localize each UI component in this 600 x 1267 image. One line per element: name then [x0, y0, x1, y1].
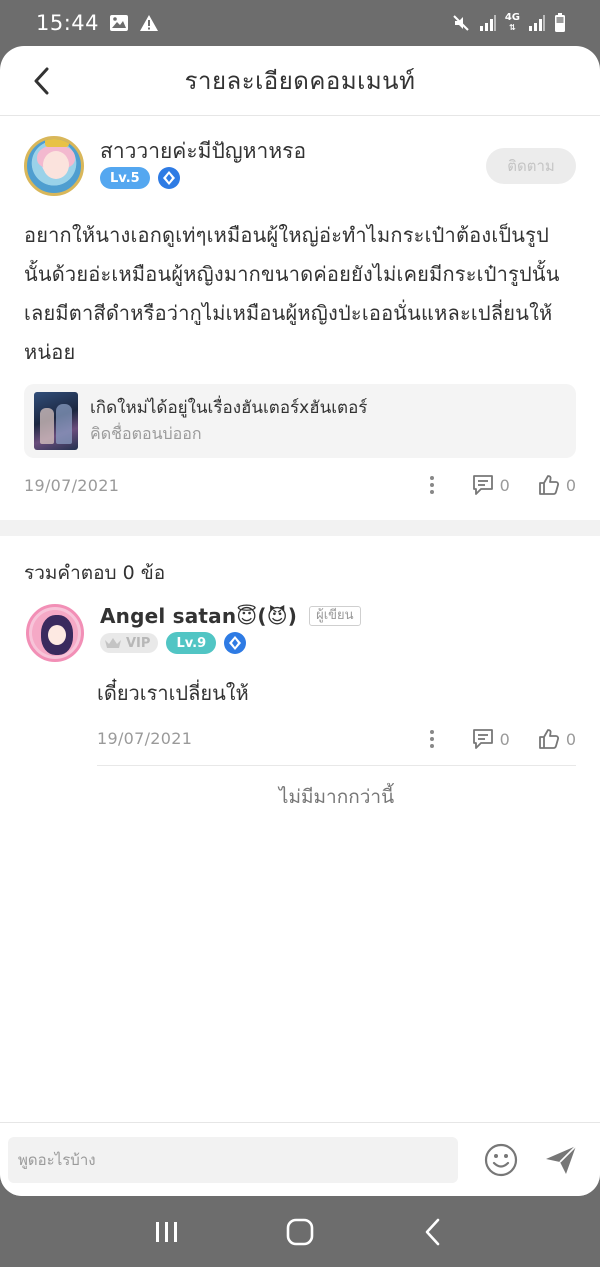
reply-user-row: Angel satan😇(😈) ผู้เขียน VIP Lv.9	[26, 604, 576, 662]
vip-label: VIP	[126, 635, 151, 651]
smiley-icon	[484, 1143, 518, 1176]
reply-text: เดี๋ยวเราเปลี่ยนให้	[97, 681, 249, 705]
more-vertical-icon	[429, 730, 434, 748]
replies-count-title: รวมคำตอบ 0 ข้อ	[24, 562, 166, 584]
emoji-button[interactable]	[484, 1143, 518, 1177]
back-arrow-icon	[426, 1218, 440, 1245]
like-count: 0	[565, 729, 576, 749]
comment-count: 0	[499, 475, 510, 495]
book-card[interactable]: เกิดใหม่ได้อยู่ในเรื่องฮันเตอร์xฮันเตอร์…	[24, 384, 576, 458]
like-count: 0	[565, 475, 576, 495]
reply-avatar[interactable]	[26, 604, 84, 662]
post-date: 19/07/2021	[24, 475, 120, 495]
no-more-label: ไม่มีมากกว่านี้	[278, 786, 395, 808]
vip-badge: VIP	[100, 633, 159, 653]
diamond-badge-icon	[224, 632, 247, 654]
more-options-button[interactable]	[422, 724, 442, 754]
diamond-badge-icon	[157, 167, 180, 189]
app-sheet: รายละเอียดคอมเมนท์ สาววายค่ะมีปัญหาหรอ L…	[0, 46, 600, 1196]
reply-comment-button[interactable]: 0	[472, 728, 510, 750]
header: รายละเอียดคอมเมนท์	[0, 46, 600, 116]
follow-button[interactable]: ติดตาม	[486, 148, 576, 184]
page-title: รายละเอียดคอมเมนท์	[184, 67, 416, 95]
status-time: 15:44	[36, 11, 100, 35]
section-divider	[0, 520, 600, 536]
comment-input[interactable]	[8, 1136, 458, 1183]
warning-icon	[139, 14, 159, 32]
comment-icon	[472, 475, 493, 495]
level-badge: Lv.9	[166, 632, 217, 654]
chevron-left-icon	[34, 67, 49, 95]
reply-item: Angel satan😇(😈) ผู้เขียน VIP Lv.9 เดี๋ยว…	[0, 594, 600, 812]
comment-text: อยากให้นางเอกดูเท่ๆเหมือนผู้ใหญ่อ่ะทำไมก…	[24, 223, 560, 364]
post-meta: 19/07/2021 0 0	[24, 458, 576, 512]
image-icon	[109, 14, 129, 32]
home-icon	[286, 1218, 314, 1245]
mute-icon	[451, 13, 471, 33]
signal-icon-2	[528, 14, 546, 32]
battery-icon	[554, 13, 566, 33]
more-options-button[interactable]	[422, 470, 442, 500]
home-button[interactable]	[280, 1212, 320, 1252]
author-tag: ผู้เขียน	[309, 606, 361, 626]
send-icon	[546, 1144, 577, 1174]
like-button[interactable]: 0	[538, 474, 576, 496]
comment-input-bar	[0, 1122, 600, 1196]
comment-count: 0	[499, 729, 510, 749]
reply-meta: 19/07/2021 0 0	[97, 712, 576, 766]
send-button[interactable]	[544, 1143, 578, 1177]
signal-icon	[479, 14, 497, 32]
reply-button[interactable]: 0	[472, 474, 510, 496]
thumbs-up-icon	[538, 729, 559, 749]
more-vertical-icon	[429, 476, 434, 494]
original-comment: สาววายค่ะมีปัญหาหรอ Lv.5 ติดตาม อยากให้น…	[0, 116, 600, 512]
crown-icon	[105, 638, 121, 648]
status-bar: 15:44 4G ⇅	[0, 0, 600, 46]
reply-user-name[interactable]: Angel satan😇(😈)	[100, 604, 297, 628]
system-back-button[interactable]	[413, 1212, 453, 1252]
like-button[interactable]: 0	[538, 728, 576, 750]
thumbs-up-icon	[538, 475, 559, 495]
book-chapter: คิดชื่อตอนบ่ออก	[90, 424, 202, 443]
recent-apps-icon	[155, 1221, 177, 1242]
book-title: เกิดใหม่ได้อยู่ในเรื่องฮันเตอร์xฮันเตอร์	[90, 398, 368, 418]
network-label: 4G	[504, 12, 520, 23]
book-cover	[34, 392, 78, 450]
recent-apps-button[interactable]	[147, 1212, 187, 1252]
avatar[interactable]	[24, 136, 84, 196]
level-badge: Lv.5	[100, 167, 150, 189]
reply-date: 19/07/2021	[97, 729, 193, 748]
user-name[interactable]: สาววายค่ะมีปัญหาหรอ	[100, 138, 306, 164]
comment-icon	[472, 729, 493, 749]
system-nav-bar	[0, 1196, 600, 1267]
back-button[interactable]	[26, 64, 56, 98]
network-4g-icon: 4G ⇅	[504, 12, 520, 33]
